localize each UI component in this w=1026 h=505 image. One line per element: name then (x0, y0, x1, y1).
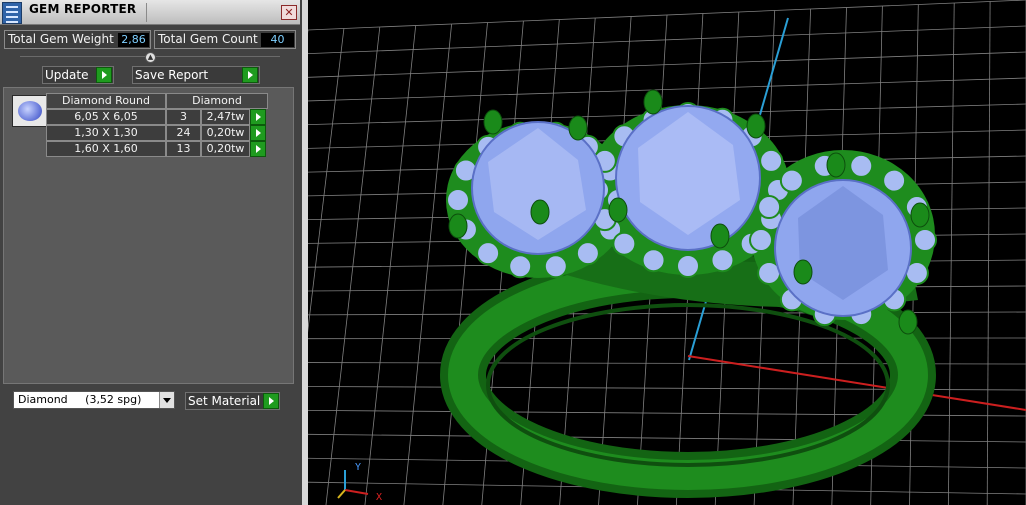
accent-stone (849, 153, 874, 178)
accent-stone (446, 188, 470, 212)
title-bar: GEM REPORTER ✕ (0, 0, 300, 25)
accent-stone (476, 241, 501, 266)
table-header-material: Diamond (166, 93, 268, 109)
grid-line (308, 433, 1026, 443)
table-row-weight: 0,20tw (201, 125, 250, 141)
accent-stone (913, 228, 937, 252)
axis-x-label: X (376, 492, 383, 503)
update-go-icon[interactable] (96, 67, 112, 83)
prong (710, 223, 730, 249)
grid-line (308, 25, 1026, 55)
gizmo-x-axis (344, 489, 369, 495)
collapse-toggle-icon[interactable]: ▲ (145, 52, 156, 63)
material-select[interactable]: Diamond (3,52 spg) (13, 391, 175, 409)
prong (530, 199, 550, 225)
prong (448, 213, 468, 239)
table-row-size: 6,05 X 6,05 (46, 109, 166, 125)
grid-line (308, 77, 1026, 102)
table-row-count: 24 (166, 125, 201, 141)
accent-stone (882, 168, 907, 193)
accent-stone (575, 241, 600, 266)
3d-viewport[interactable]: Y X (308, 0, 1026, 505)
accent-stone (612, 231, 637, 256)
table-row-count: 13 (166, 141, 201, 157)
close-button[interactable]: ✕ (281, 5, 297, 20)
prong (568, 115, 588, 141)
chevron-down-icon[interactable] (159, 392, 174, 408)
title-separator (146, 3, 147, 22)
ring-shank-inner-edge (486, 303, 890, 467)
total-gem-weight-field: Total Gem Weight 2,86 (4, 30, 151, 49)
accent-stone (749, 228, 773, 252)
save-report-go-icon[interactable] (242, 67, 258, 83)
grid-line (947, 2, 955, 505)
grid-line (403, 23, 452, 505)
prong (898, 309, 918, 335)
gizmo-z-axis (337, 489, 346, 499)
total-gem-count-field: Total Gem Count 40 (154, 30, 296, 49)
total-gem-count-label: Total Gem Count (158, 32, 258, 46)
update-button-label: Update (45, 68, 89, 82)
diamond-round-gem-icon[interactable] (12, 95, 48, 127)
table-row-size: 1,30 X 1,30 (46, 125, 166, 141)
accent-stone (676, 254, 700, 278)
gem-reporter-panel: GEM REPORTER ✕ Total Gem Weight 2,86 Tot… (0, 0, 302, 505)
total-gem-count-value: 40 (261, 33, 294, 47)
table-row-go-icon[interactable] (250, 125, 266, 141)
gem-table-area: Diamond Round Diamond 6,05 X 6,05 3 2,47… (3, 87, 294, 384)
table-row-weight: 0,20tw (201, 141, 250, 157)
axis-y-label: Y (355, 462, 362, 473)
accent-stone (710, 248, 735, 273)
accent-stone (641, 248, 666, 273)
grid-line (308, 51, 1026, 78)
grid-line (308, 311, 1026, 316)
update-button[interactable]: Update (42, 66, 114, 84)
prong (608, 197, 628, 223)
material-select-value: Diamond (3,52 spg) (18, 393, 142, 406)
table-row-go-icon[interactable] (250, 141, 266, 157)
prong (910, 202, 930, 228)
accent-stone (759, 148, 784, 173)
gem-reporter-icon (2, 2, 22, 24)
accent-stone (508, 254, 533, 279)
set-material-button-label: Set Material (188, 394, 261, 408)
set-material-go-icon[interactable] (263, 393, 279, 409)
save-report-button-label: Save Report (135, 68, 209, 82)
ring-model[interactable] (440, 89, 937, 498)
table-row-go-icon[interactable] (250, 109, 266, 125)
prong (826, 152, 846, 178)
accent-stone (757, 195, 782, 220)
set-material-button[interactable]: Set Material (185, 392, 280, 410)
prong (793, 259, 813, 285)
total-gem-weight-label: Total Gem Weight (8, 32, 114, 46)
grid-line (986, 1, 991, 505)
table-row-count: 3 (166, 109, 201, 125)
table-header-shape: Diamond Round (46, 93, 166, 109)
viewport-canvas[interactable] (308, 0, 1026, 505)
total-gem-weight-value: 2,86 (118, 33, 149, 47)
prong (483, 109, 503, 135)
prong (746, 113, 766, 139)
save-report-button[interactable]: Save Report (132, 66, 260, 84)
table-row-weight: 2,47tw (201, 109, 250, 125)
prong (643, 89, 663, 115)
panel-title: GEM REPORTER (29, 2, 137, 16)
table-row-size: 1,60 X 1,60 (46, 141, 166, 157)
accent-stone (779, 168, 804, 193)
accent-stone (543, 254, 568, 279)
